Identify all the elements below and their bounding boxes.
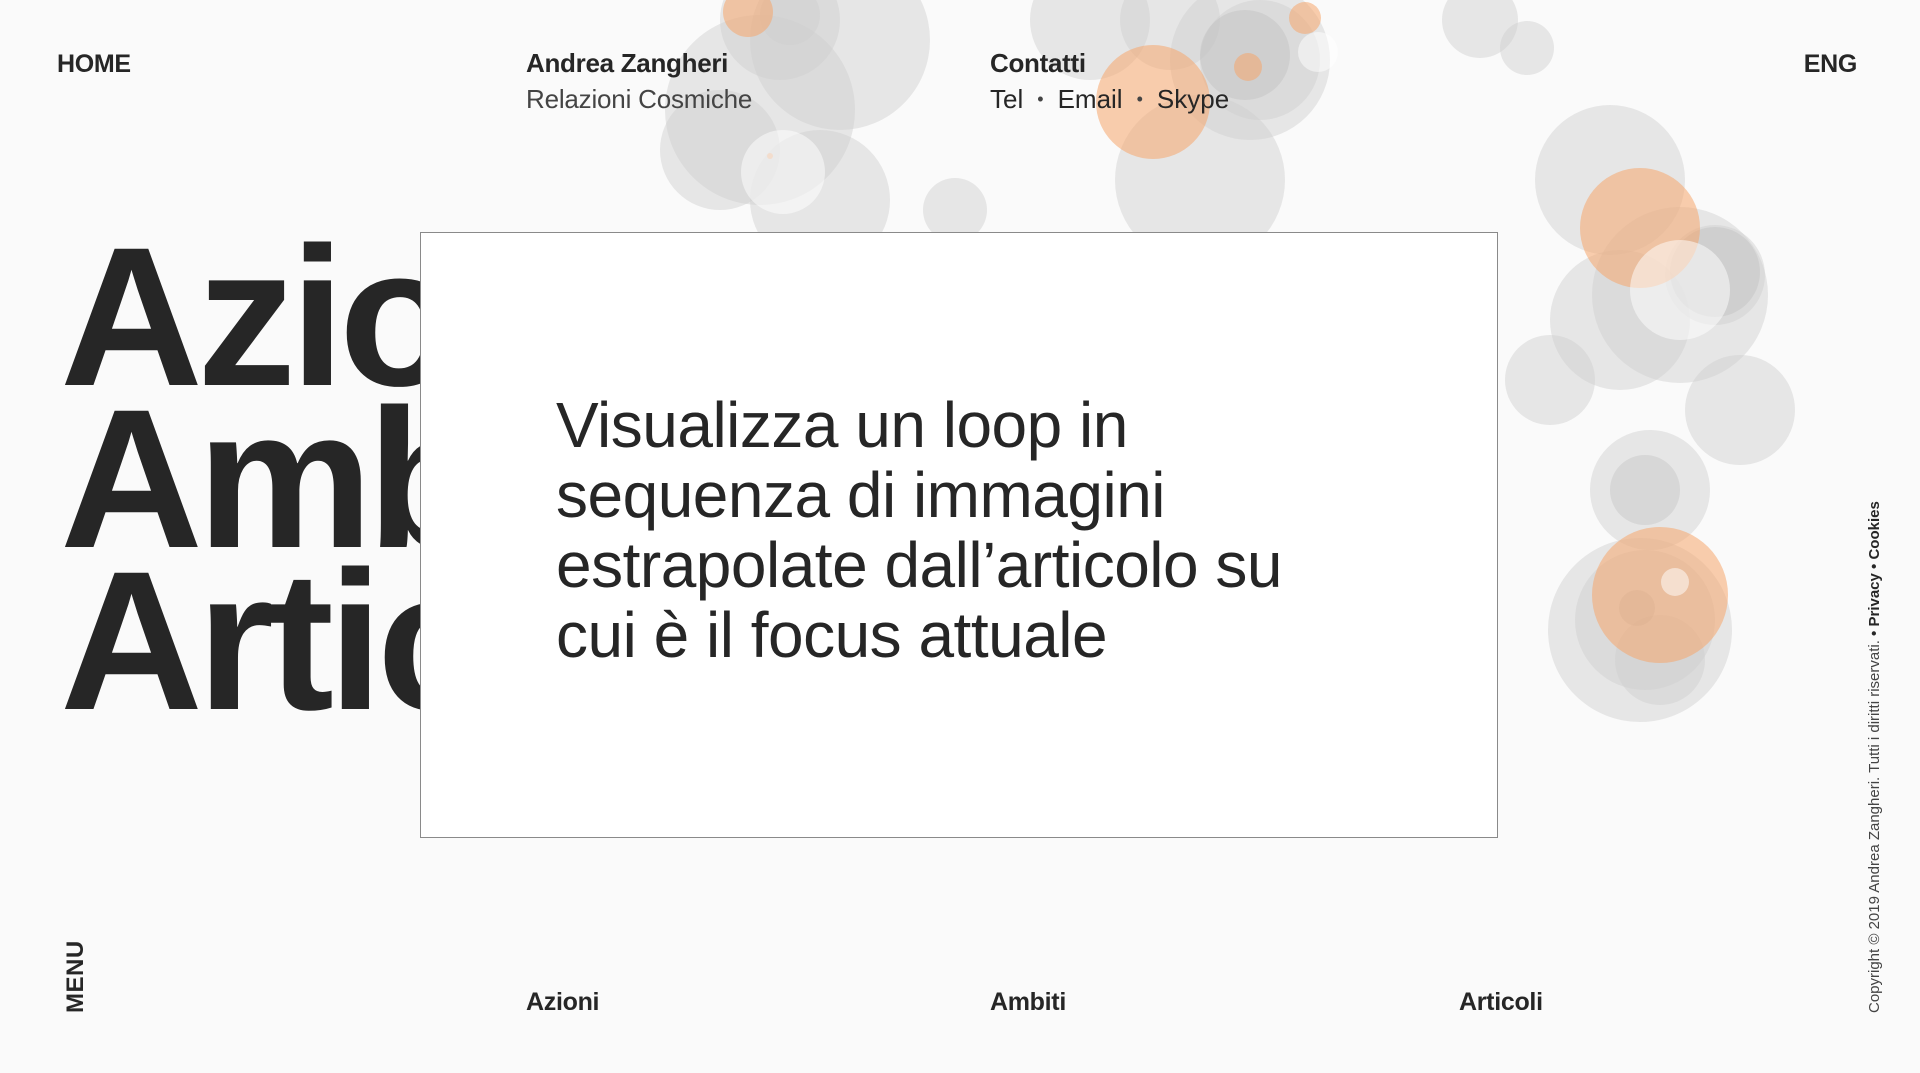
- bottom-nav-articoli[interactable]: Articoli: [1459, 988, 1543, 1017]
- placeholder-line: Visualizza un loop in: [556, 389, 1128, 461]
- placeholder-line: estrapolate dall’articolo su: [556, 529, 1282, 601]
- cookies-link[interactable]: • Cookies: [1866, 501, 1883, 569]
- privacy-link[interactable]: • Privacy: [1866, 573, 1883, 636]
- placeholder-text: Visualizza un loop in sequenza di immagi…: [556, 390, 1396, 670]
- separator-dot: •: [1037, 89, 1044, 109]
- contact-skype-link[interactable]: Skype: [1157, 84, 1229, 115]
- placeholder-line: sequenza di immagini: [556, 459, 1166, 531]
- bottom-nav-ambiti[interactable]: Ambiti: [990, 988, 1066, 1017]
- menu-button[interactable]: MENU: [62, 940, 90, 1013]
- language-switch[interactable]: ENG: [1804, 50, 1858, 79]
- contacts-links: Tel • Email • Skype: [990, 84, 1229, 115]
- contacts-title: Contatti: [990, 48, 1086, 78]
- separator-dot: •: [1136, 89, 1143, 109]
- brand-tagline: Relazioni Cosmiche: [526, 84, 753, 114]
- contact-tel-link[interactable]: Tel: [990, 84, 1023, 115]
- image-loop-placeholder: Visualizza un loop in sequenza di immagi…: [420, 232, 1498, 838]
- bottom-nav-azioni[interactable]: Azioni: [526, 988, 600, 1017]
- home-link[interactable]: HOME: [57, 50, 131, 79]
- contacts: Contatti Tel • Email • Skype: [990, 48, 1229, 115]
- contact-email-link[interactable]: Email: [1058, 84, 1123, 115]
- brand-name: Andrea Zangheri: [526, 48, 729, 78]
- brand: Andrea Zangheri Relazioni Cosmiche: [526, 48, 752, 115]
- footer-legal: Copyright © 2019 Andrea Zangheri. Tutti …: [1866, 501, 1883, 1013]
- copyright-text: Copyright © 2019 Andrea Zangheri. Tutti …: [1866, 640, 1883, 1013]
- placeholder-line: cui è il focus attuale: [556, 599, 1108, 671]
